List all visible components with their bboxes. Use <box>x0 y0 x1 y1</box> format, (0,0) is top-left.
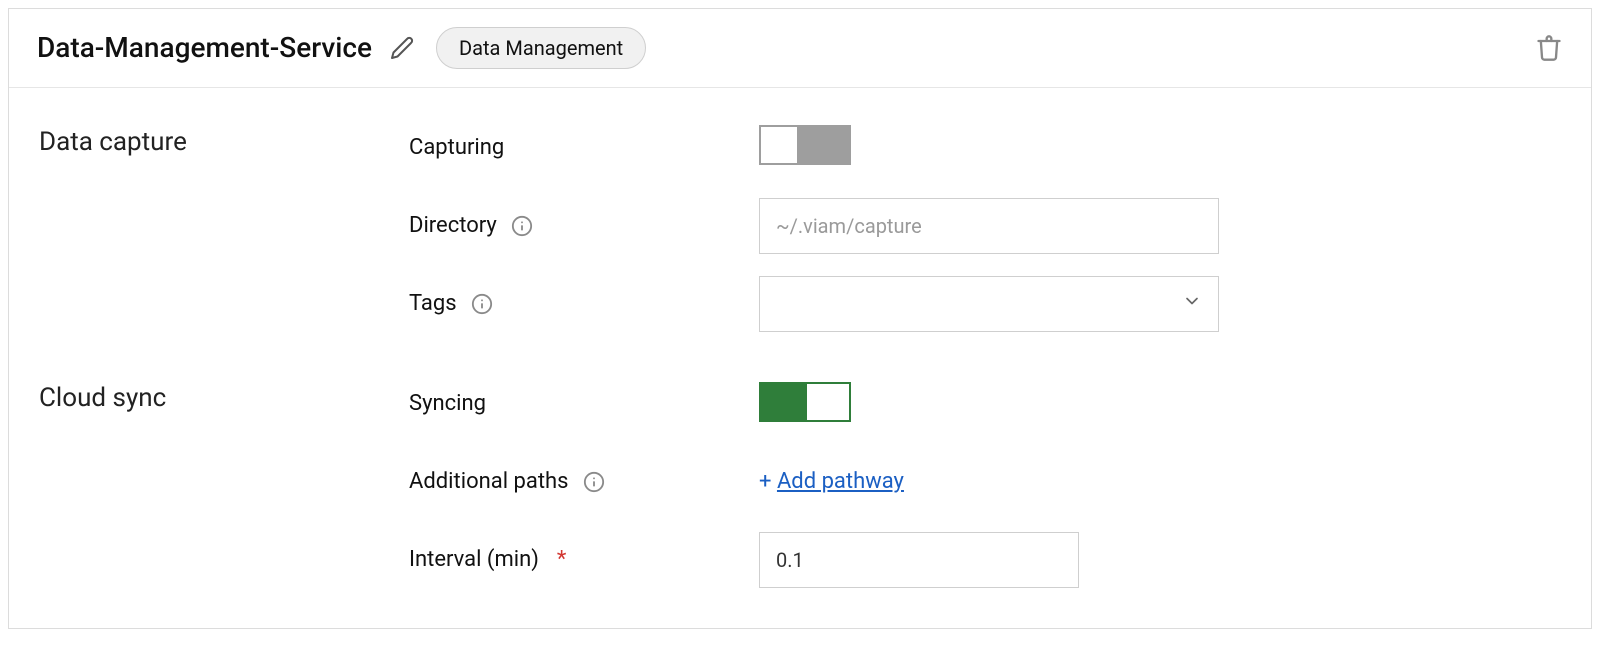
chevron-down-icon <box>1182 290 1202 318</box>
tags-select[interactable] <box>759 276 1219 332</box>
info-icon[interactable] <box>511 215 533 237</box>
panel-body: Data capture Capturing Direct <box>9 88 1591 628</box>
add-pathway-link[interactable]: + Add pathway <box>759 467 1561 498</box>
service-name-title: Data-Management-Service <box>37 28 372 67</box>
field-capturing: Capturing <box>409 120 1561 176</box>
interval-input[interactable] <box>759 532 1079 588</box>
field-tags: Tags <box>409 276 1561 332</box>
section-title-data-capture: Data capture <box>39 120 409 160</box>
label-capturing: Capturing <box>409 133 504 164</box>
service-type-badge: Data Management <box>436 27 646 69</box>
info-icon[interactable] <box>583 471 605 493</box>
service-config-panel: Data-Management-Service Data Management … <box>8 8 1592 629</box>
delete-service-icon[interactable] <box>1535 34 1563 62</box>
data-capture-section: Data capture Capturing Direct <box>39 120 1561 332</box>
directory-input[interactable] <box>759 198 1219 254</box>
capturing-toggle[interactable] <box>759 125 851 165</box>
label-interval: Interval (min) <box>409 545 539 576</box>
cloud-sync-section: Cloud sync Syncing Additional <box>39 376 1561 588</box>
field-interval: Interval (min) * <box>409 532 1561 588</box>
required-star: * <box>557 545 566 576</box>
panel-header: Data-Management-Service Data Management <box>9 9 1591 88</box>
section-title-cloud-sync: Cloud sync <box>39 376 409 416</box>
label-directory: Directory <box>409 211 497 242</box>
label-additional-paths: Additional paths <box>409 467 569 498</box>
info-icon[interactable] <box>471 293 493 315</box>
label-syncing: Syncing <box>409 389 486 420</box>
field-syncing: Syncing <box>409 376 1561 432</box>
edit-name-icon[interactable] <box>390 36 414 60</box>
label-tags: Tags <box>409 289 457 320</box>
syncing-toggle[interactable] <box>759 382 851 422</box>
field-additional-paths: Additional paths + Add pathway <box>409 454 1561 510</box>
field-directory: Directory <box>409 198 1561 254</box>
